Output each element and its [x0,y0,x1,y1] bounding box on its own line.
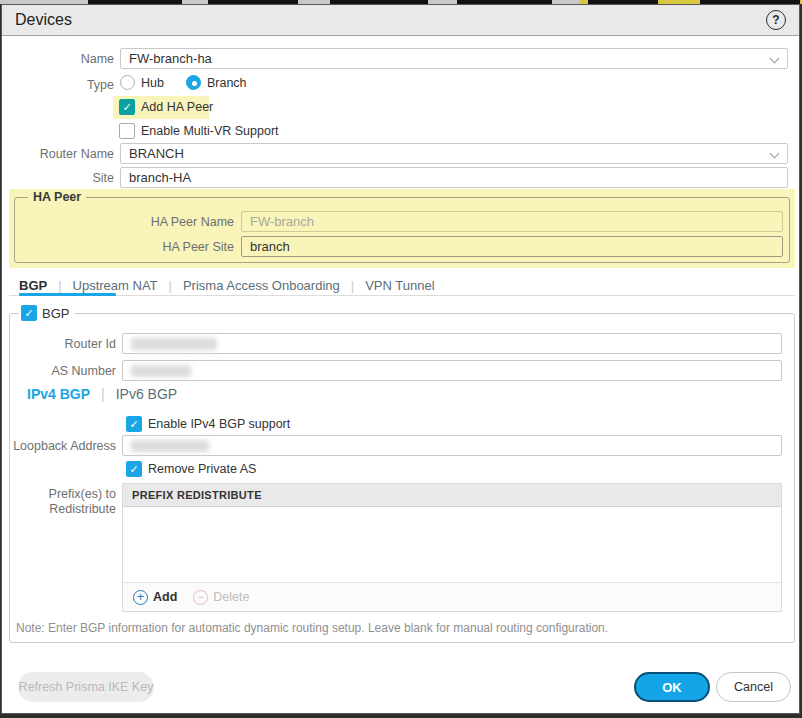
tab-bar: BGP | Upstream NAT | Prisma Access Onboa… [19,278,435,293]
enable-ipv4-row: ✓ Enable IPv4 BGP support [126,416,290,432]
router-id-input[interactable] [122,333,782,354]
redacted-value [131,440,209,452]
multi-vr-row: Enable Multi-VR Support [119,123,279,139]
multi-vr-checkbox[interactable] [119,123,135,139]
add-ha-peer-checkbox[interactable]: ✓ [119,99,135,115]
add-ha-peer-row: ✓ Add HA Peer [119,99,213,115]
remove-private-as-checkbox[interactable]: ✓ [126,461,142,477]
radio-branch[interactable] [186,75,201,90]
remove-private-as-label: Remove Private AS [148,462,256,476]
loopback-label: Loopback Address [2,439,116,453]
enable-ipv4-label: Enable IPv4 BGP support [148,417,290,431]
tab-prisma-access-onboarding[interactable]: Prisma Access Onboarding [183,278,340,293]
delete-button[interactable]: − Delete [193,590,249,605]
bgp-note: Note: Enter BGP information for automati… [16,621,608,635]
ha-peer-name-label: HA Peer Name [2,215,234,229]
ha-peer-site-label: HA Peer Site [2,240,234,254]
delete-label: Delete [213,590,249,604]
tab-separator: | [351,278,354,293]
tab-vpn-tunnel[interactable]: VPN Tunnel [365,278,434,293]
table-body[interactable] [123,507,781,582]
ha-peer-legend: HA Peer [28,190,86,204]
chevron-down-icon [770,54,780,64]
add-button[interactable]: + Add [133,590,177,605]
bgp-subtabs: IPv4 BGP | IPv6 BGP [27,386,177,402]
ha-peer-name-value: FW-branch [250,214,314,229]
as-number-input[interactable] [122,360,782,381]
cancel-button[interactable]: Cancel [716,672,791,702]
redacted-value [131,338,217,350]
ha-peer-name-input[interactable]: FW-branch [241,211,783,232]
router-name-label: Router Name [2,147,114,161]
tab-separator: | [169,278,172,293]
bgp-legend: ✓ BGP [19,305,75,321]
name-select[interactable]: FW-branch-ha [120,48,788,69]
site-input[interactable]: branch-HA [120,167,788,188]
name-label: Name [2,52,114,66]
redacted-value [131,365,191,377]
router-id-label: Router Id [2,337,116,351]
router-name-value: BRANCH [129,146,184,161]
name-value: FW-branch-ha [129,51,212,66]
bgp-legend-label: BGP [42,306,69,321]
devices-dialog: Devices ? Name FW-branch-ha Type Hub Bra… [1,4,800,714]
add-ha-peer-label: Add HA Peer [141,100,213,114]
tab-bgp[interactable]: BGP [19,278,47,293]
prefix-redistribute-table: PREFIX REDISTRIBUTE + Add − Delete [122,483,782,612]
tab-divider [9,295,795,296]
subtab-ipv6-bgp[interactable]: IPv6 BGP [116,386,177,402]
site-value: branch-HA [129,170,191,185]
table-footer: + Add − Delete [123,582,781,611]
dialog-title: Devices [15,11,72,29]
ok-button[interactable]: OK [634,672,710,702]
bgp-checkbox[interactable]: ✓ [21,305,37,321]
enable-ipv4-checkbox[interactable]: ✓ [126,416,142,432]
chevron-down-icon [770,149,780,159]
multi-vr-label: Enable Multi-VR Support [141,124,279,138]
ha-peer-site-value: branch [250,239,290,254]
help-icon[interactable]: ? [766,10,786,30]
plus-circle-icon: + [133,590,148,605]
radio-branch-label: Branch [207,76,247,90]
router-name-select[interactable]: BRANCH [120,143,788,164]
remove-private-as-row: ✓ Remove Private AS [126,461,256,477]
subtab-ipv4-bgp[interactable]: IPv4 BGP [27,386,90,402]
radio-hub-label: Hub [141,76,164,90]
ha-peer-site-input[interactable]: branch [241,236,783,257]
prefix-redistribute-label: Prefix(es) to Redistribute [2,487,116,517]
refresh-prisma-ike-key-button[interactable]: Refresh Prisma IKE Key [18,672,154,702]
minus-circle-icon: − [193,590,208,605]
type-radio-group: Hub Branch [120,75,247,90]
loopback-input[interactable] [122,435,782,456]
active-tab-underline [19,293,116,296]
as-number-label: AS Number [2,364,116,378]
tab-separator: | [58,278,61,293]
add-label: Add [153,590,177,604]
type-label: Type [2,78,114,92]
site-label: Site [2,171,114,185]
radio-hub[interactable] [120,75,135,90]
dialog-titlebar: Devices ? [2,5,799,36]
tab-upstream-nat[interactable]: Upstream NAT [73,278,158,293]
table-header: PREFIX REDISTRIBUTE [123,484,781,507]
subtab-separator: | [101,386,105,402]
